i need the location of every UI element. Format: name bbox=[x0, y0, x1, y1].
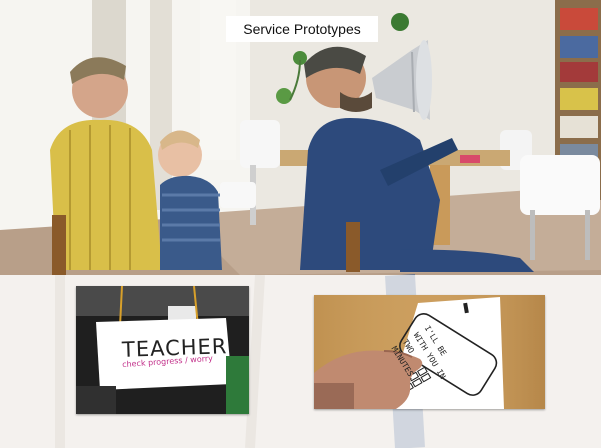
teacher-sign-photo: TEACHER check progress / worry bbox=[76, 286, 249, 414]
phone-card-photo: I'LL BE WITH YOU IN TWO MINUTES. bbox=[314, 295, 545, 409]
slide-title: Service Prototypes bbox=[226, 16, 378, 42]
slide: Service Prototypes TEACHER check progres… bbox=[0, 0, 601, 448]
